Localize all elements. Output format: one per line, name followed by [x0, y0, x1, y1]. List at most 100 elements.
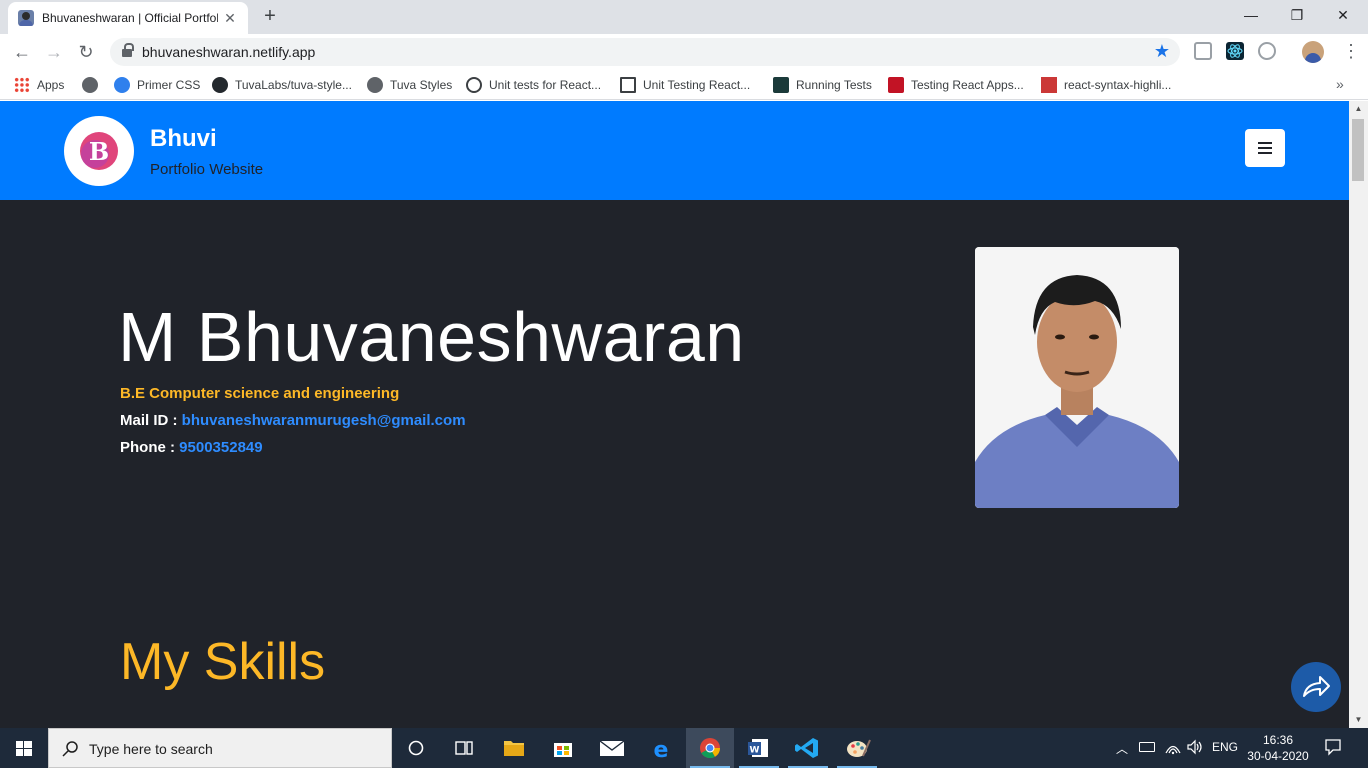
- extension-copy-icon[interactable]: [1194, 42, 1212, 60]
- brand-subtitle: Portfolio Website: [150, 161, 264, 178]
- cortana-icon: [408, 740, 424, 756]
- search-icon: [62, 741, 78, 757]
- show-hidden-icons-icon[interactable]: ︿: [1116, 740, 1128, 757]
- page-scrollbar[interactable]: ▲ ▼: [1349, 101, 1368, 728]
- folder-icon: [504, 741, 524, 756]
- language-indicator[interactable]: ENG: [1212, 740, 1238, 754]
- brand-title[interactable]: Bhuvi: [150, 125, 217, 153]
- vscode-icon: [795, 738, 818, 758]
- svg-text:e: e: [654, 738, 669, 763]
- edge-button[interactable]: e: [637, 728, 685, 768]
- hamburger-icon: [1258, 142, 1272, 144]
- globe-icon: [367, 77, 383, 93]
- close-tab-icon[interactable]: ✕: [222, 10, 238, 26]
- tab-title: Bhuvaneshwaran | Official Portfolio: [42, 11, 218, 25]
- notifications-icon[interactable]: [1324, 738, 1342, 759]
- phone-link[interactable]: 9500352849: [179, 439, 262, 456]
- paint-button[interactable]: [833, 728, 881, 768]
- vscode-button[interactable]: [784, 728, 832, 768]
- address-bar[interactable]: bhuvaneshwaran.netlify.app ★: [110, 38, 1180, 66]
- tab-favicon-icon: [18, 10, 34, 26]
- browser-toolbar: ← → ↻ bhuvaneshwaran.netlify.app ★ ⋮: [0, 34, 1368, 70]
- bookmark-testing-react-apps[interactable]: Testing React Apps...: [888, 76, 1024, 94]
- github-icon: [212, 77, 228, 93]
- forward-button[interactable]: →: [42, 40, 66, 64]
- clock-date: 30-04-2020: [1247, 749, 1309, 763]
- taskbar-search[interactable]: Type here to search: [48, 728, 392, 768]
- search-placeholder[interactable]: Type here to search: [89, 741, 213, 757]
- more-bookmarks-icon[interactable]: »: [1336, 76, 1344, 92]
- profile-photo: [975, 247, 1179, 508]
- skills-heading: My Skills: [120, 633, 326, 691]
- paint-palette-icon: [847, 739, 871, 757]
- bookmark-star-icon[interactable]: ★: [1154, 41, 1170, 62]
- store-bag-icon: [554, 743, 572, 757]
- mail-app-button[interactable]: [588, 728, 636, 768]
- volume-icon[interactable]: [1186, 737, 1204, 760]
- close-window-button[interactable]: ✕: [1320, 4, 1366, 26]
- menu-kebab-icon[interactable]: ⋮: [1342, 41, 1360, 63]
- jest-icon: [888, 77, 904, 93]
- system-clock[interactable]: 16:36 30-04-2020: [1244, 732, 1312, 764]
- bookmark-unit-tests-react[interactable]: Unit tests for React...: [466, 76, 601, 94]
- scroll-down-icon[interactable]: ▼: [1349, 712, 1368, 728]
- windows-taskbar: Type here to search e W ︿ ENG 16:36 30-0…: [0, 728, 1368, 768]
- reload-button[interactable]: ↻: [74, 40, 98, 64]
- web-icon: [466, 77, 482, 93]
- share-button[interactable]: [1291, 662, 1341, 712]
- file-explorer-button[interactable]: [490, 728, 538, 768]
- windows-logo-icon: [16, 741, 32, 756]
- globe-icon: [82, 77, 98, 93]
- site-logo[interactable]: B: [64, 116, 134, 186]
- chrome-button[interactable]: [686, 728, 734, 768]
- store-button[interactable]: [539, 728, 587, 768]
- bookmarks-bar: Apps Primer CSS TuvaLabs/tuva-style... T…: [0, 70, 1368, 100]
- scroll-thumb[interactable]: [1352, 119, 1364, 181]
- degree-text: B.E Computer science and engineering: [120, 385, 400, 402]
- browser-tab[interactable]: Bhuvaneshwaran | Official Portfolio ✕: [8, 2, 248, 34]
- bookmark-apps[interactable]: Apps: [14, 76, 64, 94]
- bookmark-unit-testing-react[interactable]: Unit Testing React...: [620, 76, 750, 94]
- cortana-button[interactable]: [392, 728, 440, 768]
- minimize-button[interactable]: —: [1228, 4, 1274, 26]
- hamburger-menu-button[interactable]: [1245, 129, 1285, 167]
- edge-icon: e: [654, 738, 669, 763]
- start-button[interactable]: [0, 728, 48, 768]
- mail-envelope-icon: [599, 740, 625, 756]
- task-view-icon: [455, 741, 473, 755]
- word-button[interactable]: W: [735, 728, 783, 768]
- url-text[interactable]: bhuvaneshwaran.netlify.app: [142, 44, 315, 60]
- npm-icon: [1041, 77, 1057, 93]
- page-viewport: B Bhuvi Portfolio Website M Bhuvaneshwar…: [0, 101, 1349, 728]
- svg-text:B: B: [89, 137, 109, 166]
- svg-text:W: W: [750, 746, 760, 756]
- bookmark-primer-css[interactable]: Primer CSS: [114, 76, 200, 94]
- hero-name: M Bhuvaneshwaran: [118, 298, 745, 376]
- scroll-up-icon[interactable]: ▲: [1349, 101, 1368, 117]
- lock-icon[interactable]: [122, 43, 134, 58]
- site-navbar: B Bhuvi Portfolio Website: [0, 101, 1349, 200]
- tab-strip: Bhuvaneshwaran | Official Portfolio ✕ + …: [0, 0, 1368, 34]
- mail-row: Mail ID : bhuvaneshwaranmurugesh@gmail.c…: [120, 412, 466, 429]
- bookmark-tuva-styles[interactable]: Tuva Styles: [367, 76, 452, 94]
- bookmark-tuvalabs[interactable]: TuvaLabs/tuva-style...: [212, 76, 352, 94]
- battery-icon[interactable]: [1139, 742, 1155, 752]
- mail-link[interactable]: bhuvaneshwaranmurugesh@gmail.com: [182, 412, 466, 429]
- chrome-icon: [700, 738, 721, 759]
- mail-label: Mail ID :: [120, 412, 182, 429]
- new-tab-button[interactable]: +: [260, 6, 280, 26]
- react-icon: [773, 77, 789, 93]
- react-devtools-icon[interactable]: [1226, 42, 1244, 60]
- clock-time: 16:36: [1262, 733, 1294, 747]
- wifi-icon[interactable]: [1165, 738, 1181, 759]
- page-icon: [620, 77, 636, 93]
- share-arrow-icon: [1303, 676, 1330, 697]
- back-button[interactable]: ←: [10, 40, 34, 64]
- profile-avatar[interactable]: [1302, 41, 1324, 63]
- restore-button[interactable]: ❐: [1274, 4, 1320, 26]
- bookmark-globe[interactable]: [82, 76, 105, 94]
- bookmark-running-tests[interactable]: Running Tests: [773, 76, 872, 94]
- task-view-button[interactable]: [440, 728, 488, 768]
- extension-mouse-icon[interactable]: [1258, 42, 1276, 60]
- bookmark-react-syntax-highlighter[interactable]: react-syntax-highli...: [1041, 76, 1171, 94]
